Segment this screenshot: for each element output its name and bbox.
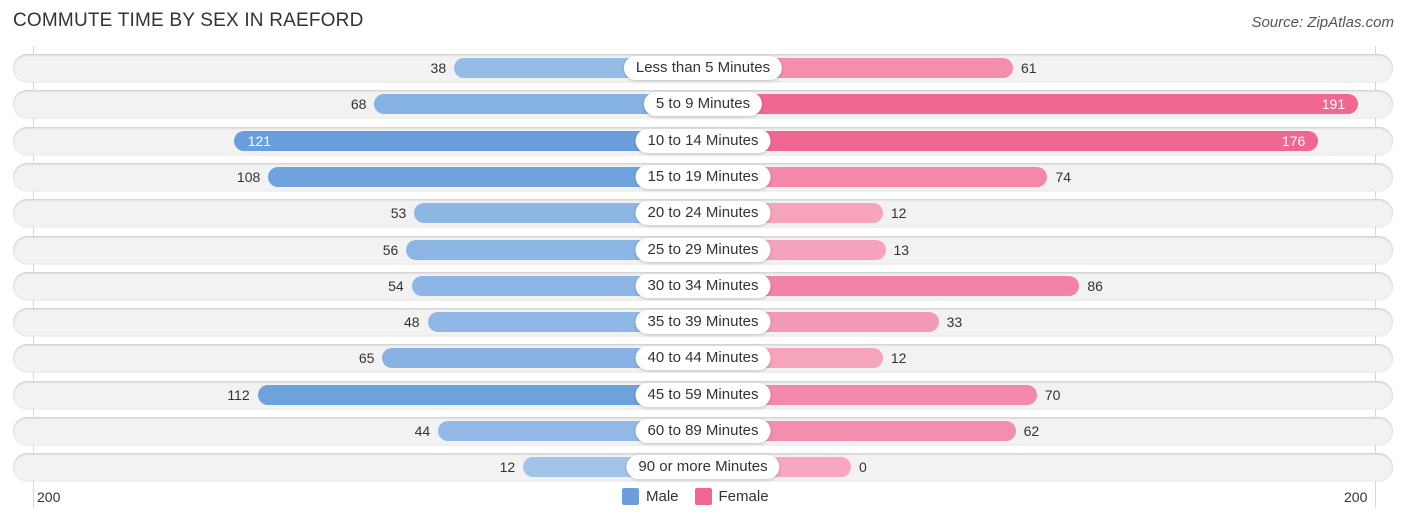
value-male: 65 [358, 350, 375, 367]
value-male: 56 [382, 241, 399, 258]
value-male: 44 [414, 423, 431, 439]
value-male: 112 [227, 386, 250, 403]
chart-title: COMMUTE TIME BY SEX IN RAEFORD [13, 10, 364, 31]
value-female: 62 [1023, 423, 1040, 439]
category-label: 35 to 39 Minutes [635, 310, 771, 335]
category-label: 25 to 29 Minutes [635, 237, 771, 262]
value-male: 108 [236, 168, 261, 185]
value-male: 38 [430, 60, 447, 76]
value-female: 70 [1044, 386, 1061, 403]
category-label: 5 to 9 Minutes [643, 92, 763, 117]
value-female: 86 [1087, 277, 1103, 294]
value-male: 53 [390, 205, 407, 222]
legend-item-male: Male [622, 488, 679, 505]
legend-swatch-male [622, 488, 639, 505]
bar-female [703, 94, 1359, 115]
bar-female [703, 130, 1319, 151]
category-label: 15 to 19 Minutes [635, 164, 771, 189]
value-female: 13 [893, 241, 910, 258]
legend-label-male: Male [646, 488, 679, 505]
value-male: 48 [403, 314, 420, 331]
value-female: 176 [1281, 132, 1306, 149]
value-female: 61 [1020, 60, 1037, 76]
legend-item-female: Female [694, 488, 769, 505]
legend-label-female: Female [718, 488, 769, 505]
category-label: 10 to 14 Minutes [635, 128, 771, 153]
value-male: 54 [388, 277, 404, 294]
category-label: 20 to 24 Minutes [635, 201, 771, 226]
value-male: 12 [499, 459, 516, 476]
category-label: 30 to 34 Minutes [635, 273, 771, 298]
legend: Male Female [622, 488, 785, 505]
value-female: 12 [890, 350, 907, 367]
category-label: 45 to 59 Minutes [635, 382, 771, 407]
value-male: 121 [247, 132, 272, 149]
left-axis-label: 200 [37, 489, 61, 505]
category-label: 90 or more Minutes [626, 455, 780, 480]
bar-male [233, 130, 703, 151]
category-label: Less than 5 Minutes [623, 56, 783, 80]
value-female: 33 [946, 314, 963, 331]
value-female: 0 [859, 459, 867, 476]
right-axis-label: 200 [1344, 489, 1368, 505]
category-label: 40 to 44 Minutes [635, 346, 771, 371]
source-label: Source: ZipAtlas.com [1251, 14, 1394, 31]
value-female: 12 [890, 205, 907, 222]
value-female: 74 [1055, 168, 1072, 185]
legend-swatch-female [694, 488, 712, 505]
value-female: 191 [1321, 96, 1346, 113]
value-male: 68 [350, 96, 367, 113]
category-label: 60 to 89 Minutes [635, 419, 771, 443]
